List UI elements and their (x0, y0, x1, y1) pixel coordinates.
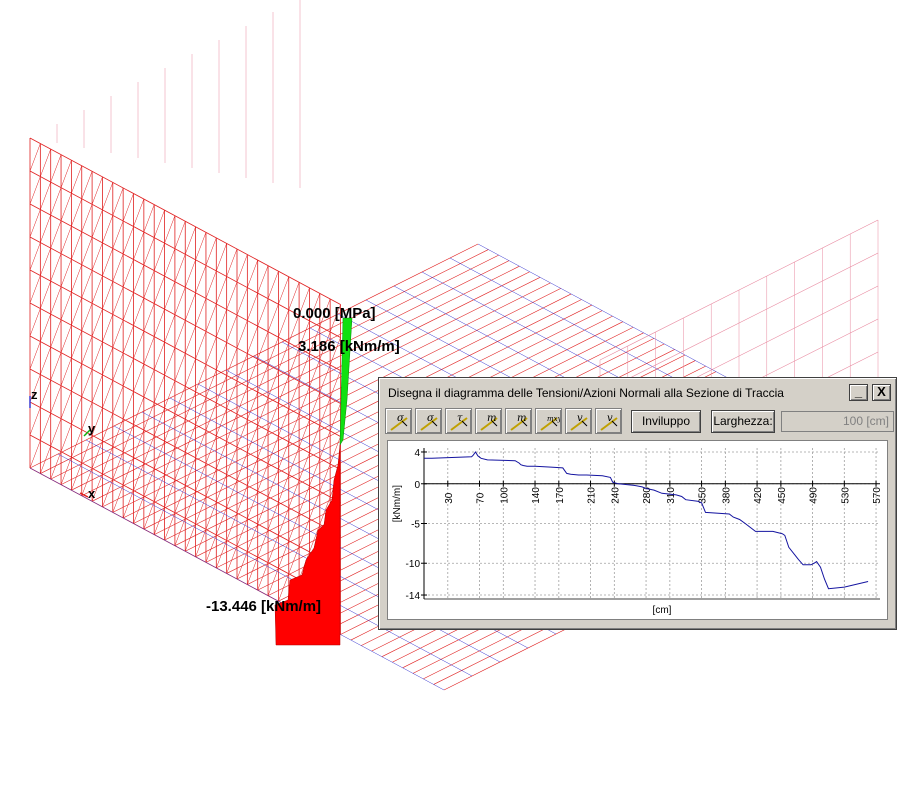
x-tick-label: 140 (531, 487, 542, 504)
top-stress-label: 0.000 [MPa] (293, 305, 376, 322)
v-tool[interactable]: v (565, 408, 592, 434)
x-axis-label: x (88, 486, 96, 501)
m-tool[interactable]: m (475, 408, 502, 434)
moment-chart: 30 70 100 140 170 210 240 280 310 350 380 420 450 490… (392, 448, 883, 616)
minimize-button[interactable]: _ (849, 384, 868, 401)
y-axis-label: y (88, 421, 96, 436)
x-axis-label: [cm] (653, 605, 672, 616)
bottom-moment-label: -13.446 [kNm/m] (206, 598, 322, 615)
x-tick-label: 70 (476, 492, 487, 504)
svg-text:v: v (577, 413, 583, 424)
x-tick-label: 240 (610, 487, 621, 504)
top-moment-label: 3.186 [kNm/m] (298, 338, 400, 355)
v2-icon: v (600, 413, 618, 431)
svg-text:mxy: mxy (547, 415, 560, 423)
x-tick-label: 530 (840, 487, 851, 504)
close-button[interactable]: X (872, 384, 891, 401)
x-tick-label: 450 (777, 487, 788, 504)
x-tick-label: 100 (499, 487, 510, 504)
x-tick-label: 30 (444, 492, 455, 504)
diagram-dialog: Disegna il diagramma delle Tensioni/Azio… (378, 377, 897, 630)
y-tick-label: -10 (406, 559, 421, 570)
sigma-icon: σ (390, 413, 408, 431)
x-tick-label: 210 (587, 487, 598, 504)
m-icon: m (480, 413, 498, 431)
dialog-title: Disegna il diagramma delle Tensioni/Azio… (388, 386, 784, 400)
svg-text:τ: τ (457, 413, 463, 424)
mxy-tool[interactable]: mxy (535, 408, 562, 434)
width-label-button[interactable]: Larghezza: (711, 410, 775, 433)
sigma-c-icon: σ (420, 413, 438, 431)
y-tick-label: 4 (414, 448, 420, 459)
y-tick-label: -14 (406, 591, 421, 602)
y-axis-label: [kNm/m] (392, 485, 403, 522)
tau-icon: τ (450, 413, 468, 431)
tau-tool[interactable]: τ (445, 408, 472, 434)
x-tick-label: 380 (721, 487, 732, 504)
v2-tool[interactable]: v (595, 408, 622, 434)
x-tick-label: 170 (555, 487, 566, 504)
y-tick-label: 0 (414, 480, 420, 491)
z-axis-label: z (31, 387, 38, 402)
sigma-tool[interactable]: σ (385, 408, 412, 434)
svg-text:σ: σ (397, 413, 405, 424)
x-tick-label: 570 (872, 487, 883, 504)
plot-panel: 30 70 100 140 170 210 240 280 310 350 380 420 450 490… (387, 440, 888, 620)
sigma-c-tool[interactable]: σ (415, 408, 442, 434)
m2-icon: m (510, 413, 528, 431)
mxy-icon: mxy (540, 415, 560, 431)
v-icon: v (570, 413, 588, 431)
width-input[interactable]: 100 [cm] (781, 411, 894, 432)
m2-tool[interactable]: m (505, 408, 532, 434)
svg-text:m: m (487, 413, 496, 424)
x-tick-label: 350 (698, 487, 709, 504)
svg-text:σ: σ (427, 413, 435, 424)
svg-text:m: m (517, 413, 526, 424)
x-tick-label: 420 (753, 487, 764, 504)
svg-text:v: v (607, 413, 613, 424)
dialog-titlebar[interactable]: Disegna il diagramma delle Tensioni/Azio… (382, 381, 893, 403)
x-tick-label: 490 (809, 487, 820, 504)
dialog-toolbar: σ σ τ m m mxy v v Inviluppo Larghezza: 100 [cm] (385, 406, 894, 436)
envelope-button[interactable]: Inviluppo (631, 410, 701, 433)
y-tick-label: -5 (411, 520, 420, 531)
